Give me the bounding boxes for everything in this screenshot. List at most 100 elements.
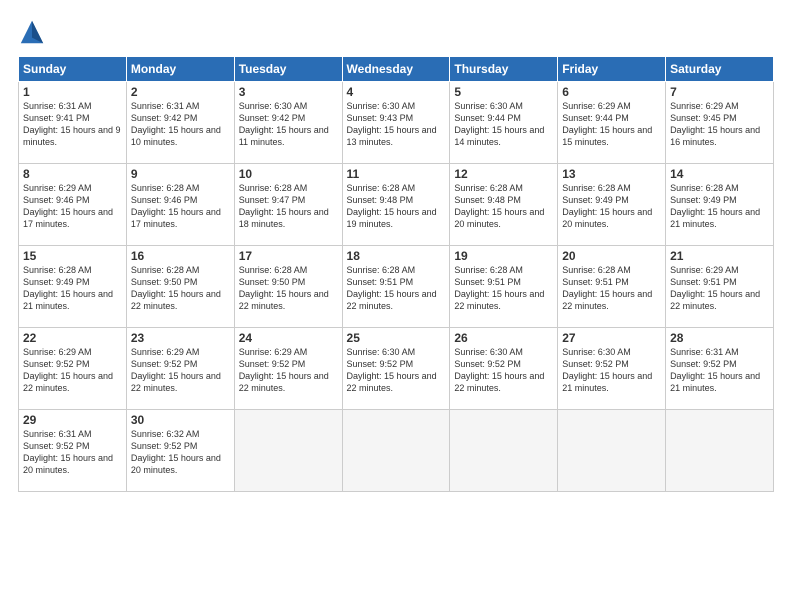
day-number: 24 xyxy=(239,331,338,345)
calendar-cell: 26Sunrise: 6:30 AMSunset: 9:52 PMDayligh… xyxy=(450,328,558,410)
calendar-cell: 22Sunrise: 6:29 AMSunset: 9:52 PMDayligh… xyxy=(19,328,127,410)
calendar-cell: 20Sunrise: 6:28 AMSunset: 9:51 PMDayligh… xyxy=(558,246,666,328)
cell-details: Sunrise: 6:30 AMSunset: 9:52 PMDaylight:… xyxy=(562,346,661,395)
week-row-2: 8Sunrise: 6:29 AMSunset: 9:46 PMDaylight… xyxy=(19,164,774,246)
page: SundayMondayTuesdayWednesdayThursdayFrid… xyxy=(0,0,792,612)
calendar-cell: 7Sunrise: 6:29 AMSunset: 9:45 PMDaylight… xyxy=(666,82,774,164)
calendar-cell: 12Sunrise: 6:28 AMSunset: 9:48 PMDayligh… xyxy=(450,164,558,246)
calendar-cell: 8Sunrise: 6:29 AMSunset: 9:46 PMDaylight… xyxy=(19,164,127,246)
cell-details: Sunrise: 6:28 AMSunset: 9:47 PMDaylight:… xyxy=(239,182,338,231)
week-row-4: 22Sunrise: 6:29 AMSunset: 9:52 PMDayligh… xyxy=(19,328,774,410)
cell-details: Sunrise: 6:29 AMSunset: 9:52 PMDaylight:… xyxy=(23,346,122,395)
col-header-sunday: Sunday xyxy=(19,57,127,82)
calendar-cell: 21Sunrise: 6:29 AMSunset: 9:51 PMDayligh… xyxy=(666,246,774,328)
calendar-cell: 15Sunrise: 6:28 AMSunset: 9:49 PMDayligh… xyxy=(19,246,127,328)
day-number: 22 xyxy=(23,331,122,345)
day-number: 10 xyxy=(239,167,338,181)
calendar-cell: 25Sunrise: 6:30 AMSunset: 9:52 PMDayligh… xyxy=(342,328,450,410)
day-number: 4 xyxy=(347,85,446,99)
day-number: 30 xyxy=(131,413,230,427)
calendar-cell: 13Sunrise: 6:28 AMSunset: 9:49 PMDayligh… xyxy=(558,164,666,246)
week-row-5: 29Sunrise: 6:31 AMSunset: 9:52 PMDayligh… xyxy=(19,410,774,492)
calendar-cell: 30Sunrise: 6:32 AMSunset: 9:52 PMDayligh… xyxy=(126,410,234,492)
calendar-cell xyxy=(234,410,342,492)
cell-details: Sunrise: 6:32 AMSunset: 9:52 PMDaylight:… xyxy=(131,428,230,477)
day-number: 15 xyxy=(23,249,122,263)
day-number: 13 xyxy=(562,167,661,181)
cell-details: Sunrise: 6:31 AMSunset: 9:42 PMDaylight:… xyxy=(131,100,230,149)
calendar-cell: 18Sunrise: 6:28 AMSunset: 9:51 PMDayligh… xyxy=(342,246,450,328)
cell-details: Sunrise: 6:29 AMSunset: 9:46 PMDaylight:… xyxy=(23,182,122,231)
day-number: 8 xyxy=(23,167,122,181)
calendar-cell: 23Sunrise: 6:29 AMSunset: 9:52 PMDayligh… xyxy=(126,328,234,410)
calendar-cell xyxy=(450,410,558,492)
day-number: 7 xyxy=(670,85,769,99)
day-number: 5 xyxy=(454,85,553,99)
day-number: 29 xyxy=(23,413,122,427)
calendar-cell xyxy=(666,410,774,492)
day-number: 20 xyxy=(562,249,661,263)
cell-details: Sunrise: 6:30 AMSunset: 9:43 PMDaylight:… xyxy=(347,100,446,149)
day-number: 17 xyxy=(239,249,338,263)
cell-details: Sunrise: 6:28 AMSunset: 9:51 PMDaylight:… xyxy=(454,264,553,313)
col-header-wednesday: Wednesday xyxy=(342,57,450,82)
week-row-1: 1Sunrise: 6:31 AMSunset: 9:41 PMDaylight… xyxy=(19,82,774,164)
cell-details: Sunrise: 6:28 AMSunset: 9:50 PMDaylight:… xyxy=(239,264,338,313)
day-number: 27 xyxy=(562,331,661,345)
day-number: 12 xyxy=(454,167,553,181)
cell-details: Sunrise: 6:29 AMSunset: 9:45 PMDaylight:… xyxy=(670,100,769,149)
day-number: 9 xyxy=(131,167,230,181)
cell-details: Sunrise: 6:31 AMSunset: 9:52 PMDaylight:… xyxy=(23,428,122,477)
calendar-cell xyxy=(558,410,666,492)
cell-details: Sunrise: 6:28 AMSunset: 9:49 PMDaylight:… xyxy=(562,182,661,231)
cell-details: Sunrise: 6:30 AMSunset: 9:52 PMDaylight:… xyxy=(454,346,553,395)
calendar-cell: 24Sunrise: 6:29 AMSunset: 9:52 PMDayligh… xyxy=(234,328,342,410)
day-number: 21 xyxy=(670,249,769,263)
calendar-cell: 14Sunrise: 6:28 AMSunset: 9:49 PMDayligh… xyxy=(666,164,774,246)
cell-details: Sunrise: 6:30 AMSunset: 9:42 PMDaylight:… xyxy=(239,100,338,149)
cell-details: Sunrise: 6:28 AMSunset: 9:48 PMDaylight:… xyxy=(454,182,553,231)
week-row-3: 15Sunrise: 6:28 AMSunset: 9:49 PMDayligh… xyxy=(19,246,774,328)
cell-details: Sunrise: 6:28 AMSunset: 9:50 PMDaylight:… xyxy=(131,264,230,313)
day-number: 23 xyxy=(131,331,230,345)
calendar-cell: 2Sunrise: 6:31 AMSunset: 9:42 PMDaylight… xyxy=(126,82,234,164)
cell-details: Sunrise: 6:29 AMSunset: 9:51 PMDaylight:… xyxy=(670,264,769,313)
day-number: 28 xyxy=(670,331,769,345)
cell-details: Sunrise: 6:28 AMSunset: 9:46 PMDaylight:… xyxy=(131,182,230,231)
cell-details: Sunrise: 6:31 AMSunset: 9:41 PMDaylight:… xyxy=(23,100,122,149)
calendar-cell: 29Sunrise: 6:31 AMSunset: 9:52 PMDayligh… xyxy=(19,410,127,492)
cell-details: Sunrise: 6:28 AMSunset: 9:51 PMDaylight:… xyxy=(347,264,446,313)
cell-details: Sunrise: 6:29 AMSunset: 9:52 PMDaylight:… xyxy=(131,346,230,395)
logo-icon xyxy=(18,18,46,46)
calendar-cell xyxy=(342,410,450,492)
day-number: 3 xyxy=(239,85,338,99)
calendar-cell: 3Sunrise: 6:30 AMSunset: 9:42 PMDaylight… xyxy=(234,82,342,164)
day-number: 25 xyxy=(347,331,446,345)
cell-details: Sunrise: 6:28 AMSunset: 9:49 PMDaylight:… xyxy=(670,182,769,231)
calendar-cell: 19Sunrise: 6:28 AMSunset: 9:51 PMDayligh… xyxy=(450,246,558,328)
cell-details: Sunrise: 6:28 AMSunset: 9:48 PMDaylight:… xyxy=(347,182,446,231)
cell-details: Sunrise: 6:28 AMSunset: 9:49 PMDaylight:… xyxy=(23,264,122,313)
calendar-cell: 4Sunrise: 6:30 AMSunset: 9:43 PMDaylight… xyxy=(342,82,450,164)
header-row: SundayMondayTuesdayWednesdayThursdayFrid… xyxy=(19,57,774,82)
day-number: 11 xyxy=(347,167,446,181)
calendar-cell: 9Sunrise: 6:28 AMSunset: 9:46 PMDaylight… xyxy=(126,164,234,246)
day-number: 18 xyxy=(347,249,446,263)
day-number: 19 xyxy=(454,249,553,263)
cell-details: Sunrise: 6:31 AMSunset: 9:52 PMDaylight:… xyxy=(670,346,769,395)
day-number: 14 xyxy=(670,167,769,181)
col-header-tuesday: Tuesday xyxy=(234,57,342,82)
day-number: 16 xyxy=(131,249,230,263)
calendar-cell: 27Sunrise: 6:30 AMSunset: 9:52 PMDayligh… xyxy=(558,328,666,410)
calendar-cell: 5Sunrise: 6:30 AMSunset: 9:44 PMDaylight… xyxy=(450,82,558,164)
cell-details: Sunrise: 6:30 AMSunset: 9:44 PMDaylight:… xyxy=(454,100,553,149)
calendar-cell: 10Sunrise: 6:28 AMSunset: 9:47 PMDayligh… xyxy=(234,164,342,246)
col-header-saturday: Saturday xyxy=(666,57,774,82)
day-number: 2 xyxy=(131,85,230,99)
col-header-friday: Friday xyxy=(558,57,666,82)
header xyxy=(18,18,774,46)
col-header-monday: Monday xyxy=(126,57,234,82)
cell-details: Sunrise: 6:28 AMSunset: 9:51 PMDaylight:… xyxy=(562,264,661,313)
calendar-cell: 28Sunrise: 6:31 AMSunset: 9:52 PMDayligh… xyxy=(666,328,774,410)
cell-details: Sunrise: 6:30 AMSunset: 9:52 PMDaylight:… xyxy=(347,346,446,395)
